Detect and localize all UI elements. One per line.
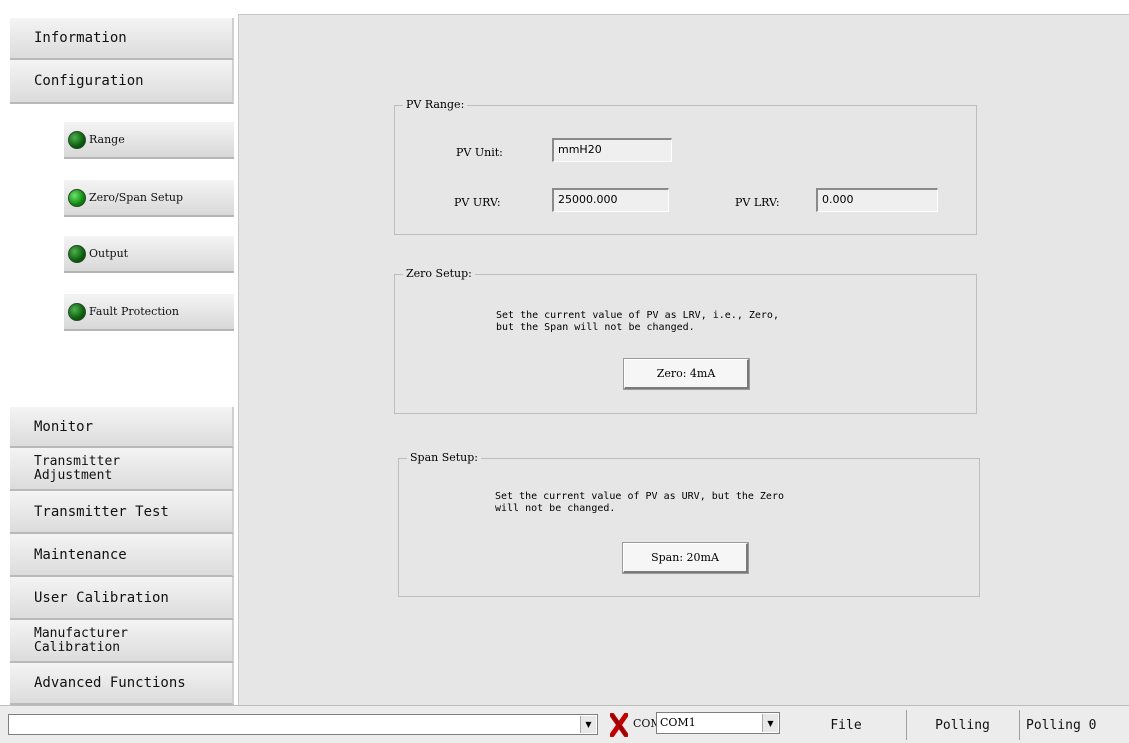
pv-range-title: PV Range: — [403, 98, 468, 111]
nav-maintenance-label: Maintenance — [34, 546, 127, 563]
nav-information[interactable]: Information — [10, 18, 234, 60]
pv-lrv-label: PV LRV: — [735, 196, 780, 209]
chevron-down-icon[interactable]: ▼ — [580, 716, 596, 733]
subnav-output-label: Output — [89, 247, 129, 260]
nav-transmitter-test-label: Transmitter Test — [34, 503, 169, 520]
zero-setup-group: Zero Setup: Set the current value of PV … — [394, 267, 977, 414]
polling-count-status: Polling 0 — [1019, 710, 1129, 740]
nav-maintenance[interactable]: Maintenance — [10, 534, 234, 577]
com-port-select[interactable]: COM1 ▼ — [656, 712, 780, 734]
nav-user-calibration-label: User Calibration — [34, 589, 169, 606]
pv-urv-label: PV URV: — [454, 196, 501, 209]
subnav-output[interactable]: Output — [64, 236, 234, 273]
com-port-value: COM1 — [660, 716, 696, 729]
subnav-zero-span-setup[interactable]: Zero/Span Setup — [64, 180, 234, 217]
nav-user-calibration[interactable]: User Calibration — [10, 577, 234, 620]
zero-setup-title: Zero Setup: — [403, 267, 475, 280]
subnav-zero-span-label: Zero/Span Setup — [89, 191, 184, 204]
nav-transmitter-adjustment-label: Transmitter Adjustment — [34, 453, 121, 483]
main-panel: PV Range: PV Unit: mmH20 PV URV: 25000.0… — [238, 14, 1129, 706]
nav-transmitter-adjustment[interactable]: Transmitter Adjustment — [10, 448, 234, 491]
nav-configuration-label: Configuration — [34, 73, 144, 89]
nav-configuration[interactable]: Configuration — [10, 60, 234, 104]
subnav-range-label: Range — [89, 133, 125, 146]
status-led-icon — [68, 302, 86, 321]
pv-lrv-field[interactable]: 0.000 — [816, 188, 938, 212]
file-button[interactable]: File — [787, 710, 905, 740]
span-setup-title: Span Setup: — [407, 451, 482, 464]
pv-unit-field[interactable]: mmH20 — [552, 138, 672, 162]
pv-urv-field[interactable]: 25000.000 — [552, 188, 669, 212]
nav-manufacturer-calibration-label: Manufacturer Calibration — [34, 625, 128, 655]
nav-advanced-functions-label: Advanced Functions — [34, 675, 186, 691]
span-setup-group: Span Setup: Set the current value of PV … — [398, 451, 980, 597]
message-combo[interactable]: ▼ — [8, 714, 598, 735]
red-x-icon — [610, 713, 628, 737]
nav-monitor-label: Monitor — [34, 418, 94, 435]
subnav-fault-protection-label: Fault Protection — [89, 305, 179, 318]
status-bar: ▼ COM: COM1 ▼ File Polling Polling 0 — [0, 705, 1129, 743]
subnav-fault-protection[interactable]: Fault Protection — [64, 294, 234, 331]
pv-unit-label: PV Unit: — [456, 146, 503, 159]
span-20ma-button[interactable]: Span: 20mA — [622, 542, 749, 574]
status-led-icon — [68, 188, 86, 207]
status-led-icon — [68, 244, 86, 263]
nav-monitor[interactable]: Monitor — [10, 407, 234, 448]
span-setup-description: Set the current value of PV as URV, but … — [495, 491, 784, 514]
navigation-sidebar: Information Configuration Range Zero/Spa… — [0, 0, 238, 705]
nav-information-label: Information — [34, 30, 127, 46]
zero-setup-description: Set the current value of PV as LRV, i.e.… — [496, 310, 779, 333]
nav-advanced-functions[interactable]: Advanced Functions — [10, 663, 234, 705]
pv-range-group: PV Range: PV Unit: mmH20 PV URV: 25000.0… — [394, 98, 977, 235]
subnav-range[interactable]: Range — [64, 122, 234, 159]
status-led-icon — [68, 130, 86, 149]
nav-manufacturer-calibration[interactable]: Manufacturer Calibration — [10, 620, 234, 663]
nav-transmitter-test[interactable]: Transmitter Test — [10, 491, 234, 534]
chevron-down-icon[interactable]: ▼ — [762, 714, 778, 732]
polling-button[interactable]: Polling — [906, 710, 1018, 740]
zero-4ma-button[interactable]: Zero: 4mA — [623, 358, 750, 390]
